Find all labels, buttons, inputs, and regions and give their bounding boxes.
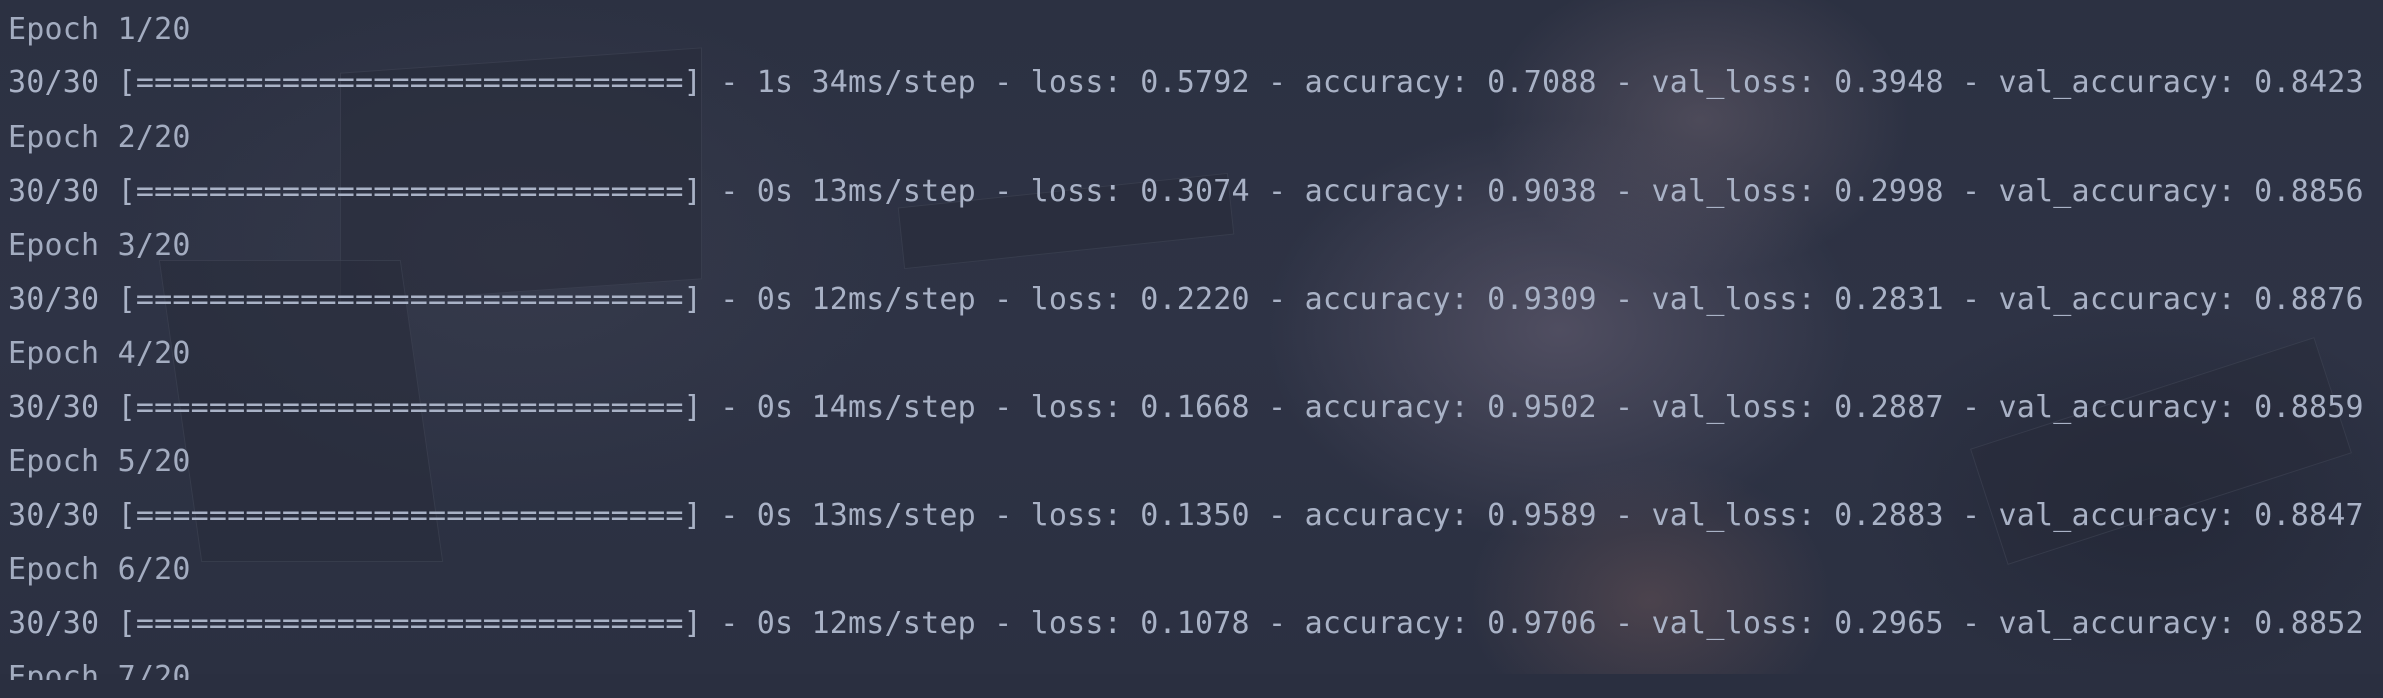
epoch-progress-6: 30/30 [==============================] -…	[8, 606, 2364, 641]
epoch-header-5: Epoch 5/20	[8, 444, 191, 479]
terminal-output: Epoch 1/20 30/30 [======================…	[8, 0, 2383, 680]
epoch-progress-3: 30/30 [==============================] -…	[8, 282, 2364, 317]
epoch-progress-1: 30/30 [==============================] -…	[8, 65, 2364, 100]
epoch-header-7: Epoch 7/20	[8, 660, 191, 695]
epoch-header-3: Epoch 3/20	[8, 228, 191, 263]
epoch-progress-5: 30/30 [==============================] -…	[8, 498, 2364, 533]
epoch-header-2: Epoch 2/20	[8, 120, 191, 155]
epoch-header-4: Epoch 4/20	[8, 336, 191, 371]
epoch-header-1: Epoch 1/20	[8, 12, 191, 47]
epoch-progress-4: 30/30 [==============================] -…	[8, 390, 2364, 425]
epoch-header-6: Epoch 6/20	[8, 552, 191, 587]
epoch-progress-2: 30/30 [==============================] -…	[8, 174, 2364, 209]
